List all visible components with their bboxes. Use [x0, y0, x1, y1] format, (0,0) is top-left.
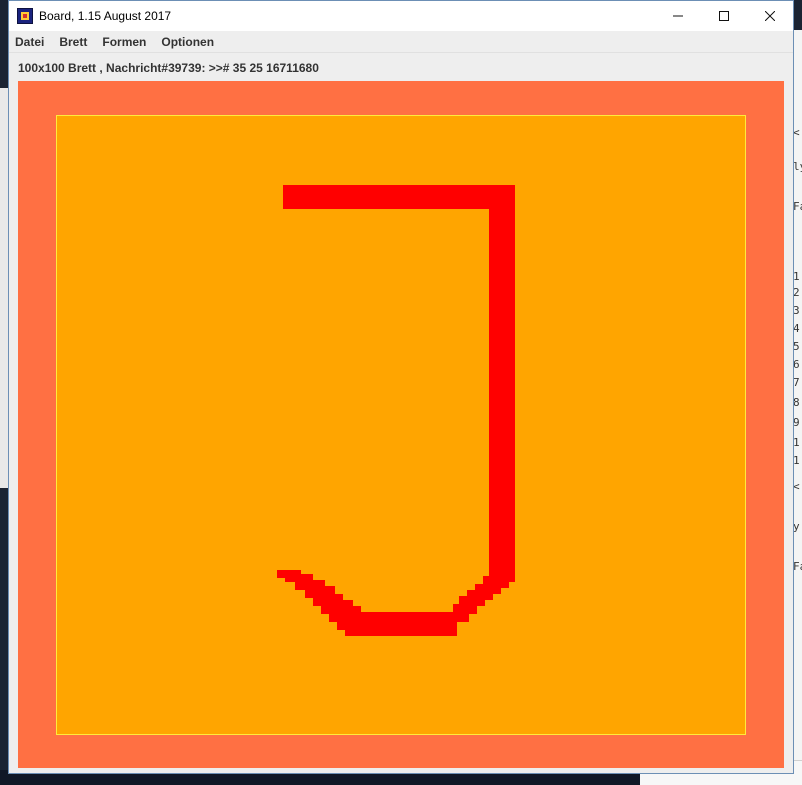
maximize-button[interactable]: [701, 1, 747, 31]
close-icon: [765, 11, 775, 21]
menu-datei[interactable]: Datei: [14, 33, 45, 51]
menu-bar: Datei Brett Formen Optionen: [9, 31, 793, 53]
window-controls: [655, 1, 793, 31]
window-title: Board, 1.15 August 2017: [39, 9, 172, 23]
background-text-fragment: Fa: [793, 560, 802, 573]
menu-optionen[interactable]: Optionen: [160, 33, 215, 51]
background-window-left: [0, 88, 8, 488]
background-text-fragment: Fa: [793, 200, 802, 213]
board-window: Board, 1.15 August 2017 Datei Brett Form…: [8, 0, 794, 774]
board-canvas[interactable]: [18, 81, 784, 768]
minimize-icon: [673, 15, 683, 17]
menu-formen[interactable]: Formen: [101, 33, 147, 51]
board-drawing: [277, 185, 515, 636]
maximize-icon: [719, 11, 729, 21]
menu-brett[interactable]: Brett: [58, 33, 88, 51]
j-hook: [277, 570, 509, 636]
status-message: 100x100 Brett , Nachricht#39739: >># 35 …: [18, 61, 319, 75]
j-top-bar: [283, 185, 515, 209]
j-stem: [489, 185, 515, 582]
close-button[interactable]: [747, 1, 793, 31]
minimize-button[interactable]: [655, 1, 701, 31]
background-text-fragment: ly: [793, 160, 802, 173]
title-bar[interactable]: Board, 1.15 August 2017: [9, 1, 793, 31]
board-area[interactable]: [56, 115, 746, 735]
app-icon: [17, 8, 33, 24]
